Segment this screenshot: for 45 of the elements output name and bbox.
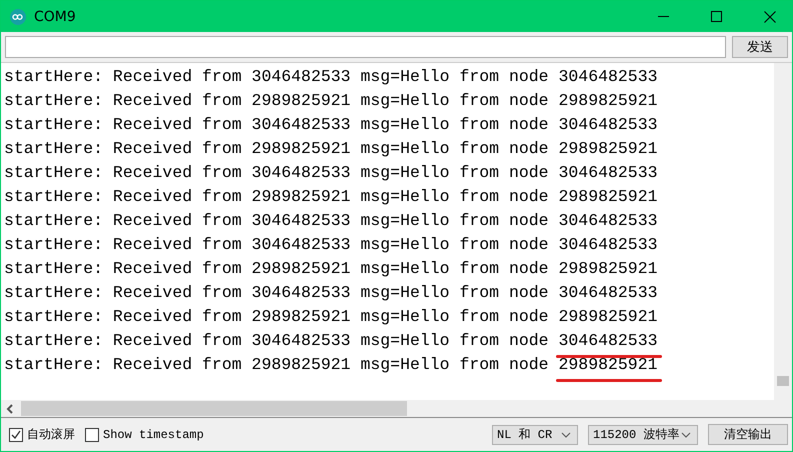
output-line: startHere: Received from 3046482533 msg=Hello from node [4,283,549,304]
output-line: startHere: Received from 3046482533 msg=Hello from node [4,211,549,232]
node-id: 2989825921 [558,259,658,278]
caret-icon [681,432,691,438]
send-button[interactable]: 发送 [732,36,788,58]
checkbox[interactable] [9,428,23,442]
node-id: 3046482533 [558,283,658,302]
output-line: startHere: Received from 2989825921 msg=Hello from node [4,91,549,112]
output-line: startHere: Received from 2989825921 msg=Hello from node [4,259,549,280]
maximize-icon [711,11,722,22]
scroll-left-icon [6,404,14,414]
output-line: startHere: Received from 2989825921 msg=Hello from node [4,307,549,328]
close-icon [764,10,776,22]
horizontal-scrollbar[interactable] [1,400,792,418]
node-id: 2989825921 [558,187,658,206]
output-line: startHere: Received from 2989825921 msg=Hello from node [4,355,549,376]
message-input-field[interactable] [5,36,726,58]
node-id: 2989825921 [558,355,658,374]
timestamp-label: Show timestamp [103,428,204,442]
node-id: 3046482533 [558,163,658,182]
node-id: 2989825921 [558,91,658,110]
caret-icon [561,432,571,438]
output-line: startHere: Received from 2989825921 msg=Hello from node [4,139,549,160]
node-id: 3046482533 [558,235,658,254]
node-id: 3046482533 [558,211,658,230]
output-line: startHere: Received from 3046482533 msg=Hello from node [4,331,549,352]
vertical-scrollbar[interactable] [774,63,792,400]
node-id: 2989825921 [558,139,658,158]
baud-rate-dropdown[interactable]: 115200 波特率 [588,424,698,444]
node-id: 2989825921 [558,307,658,326]
window-title: COM9 [34,8,77,24]
node-id: 3046482533 [558,115,658,134]
output-line: startHere: Received from 3046482533 msg=Hello from node [4,235,549,256]
app-icon [10,8,26,24]
checkbox[interactable] [85,428,99,442]
minimize-icon [658,16,669,17]
clear-output-button[interactable]: 清空输出 [708,424,788,445]
output-line: startHere: Received from 3046482533 msg=Hello from node [4,163,549,184]
node-id: 3046482533 [558,331,658,350]
output-line: startHere: Received from 2989825921 msg=Hello from node [4,187,549,208]
line-ending-dropdown[interactable]: NL 和 CR [492,424,578,444]
output-line: startHere: Received from 3046482533 msg=Hello from node [4,115,549,136]
output-line: startHere: Received from 3046482533 msg=Hello from node [4,67,549,88]
node-id: 3046482533 [558,67,658,86]
autoscroll-label: 自动滚屏 [27,426,75,443]
